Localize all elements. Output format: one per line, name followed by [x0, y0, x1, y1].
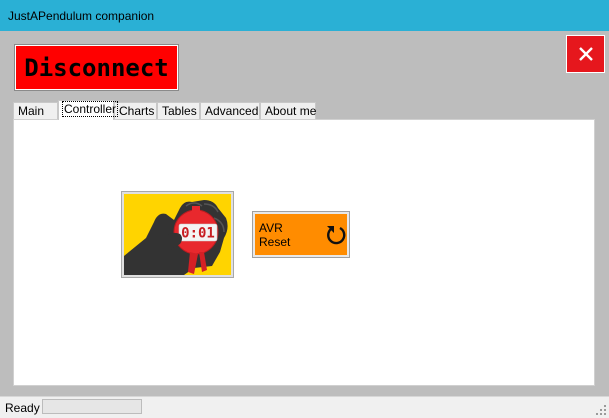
resize-grip-icon[interactable]: [595, 404, 607, 416]
window-title: JustAPendulum companion: [8, 9, 155, 23]
disconnect-button[interactable]: Disconnect: [15, 45, 178, 90]
timer-display: 0:01: [181, 226, 215, 242]
stopwatch-hand-icon: 0:01: [124, 194, 231, 275]
status-text: Ready: [5, 401, 40, 415]
timer-button[interactable]: 0:01: [121, 191, 234, 278]
avr-reset-face: AVR Reset: [255, 214, 347, 255]
tab-about-me[interactable]: About me: [260, 102, 316, 119]
avr-reset-label: AVR Reset: [259, 220, 291, 249]
close-icon: [578, 47, 593, 61]
tab-label: Controller: [61, 101, 119, 117]
tab-label: Advanced: [205, 104, 259, 118]
tab-label: Charts: [119, 104, 155, 118]
tab-main[interactable]: Main: [13, 102, 58, 119]
reset-icon: [325, 224, 347, 246]
title-bar: JustAPendulum companion: [0, 0, 609, 31]
tab-label: Main: [18, 104, 45, 118]
tab-advanced[interactable]: Advanced: [200, 102, 260, 119]
avr-reset-button[interactable]: AVR Reset: [252, 211, 350, 258]
tab-label: About me: [265, 104, 317, 118]
status-bar: Ready: [0, 396, 609, 418]
tab-controller[interactable]: Controller: [58, 100, 119, 120]
close-button[interactable]: [566, 35, 605, 73]
status-progress-bar: [42, 399, 142, 414]
tab-label: Tables: [162, 104, 197, 118]
tab-tables[interactable]: Tables: [157, 102, 200, 119]
tab-charts[interactable]: Charts: [114, 102, 157, 119]
